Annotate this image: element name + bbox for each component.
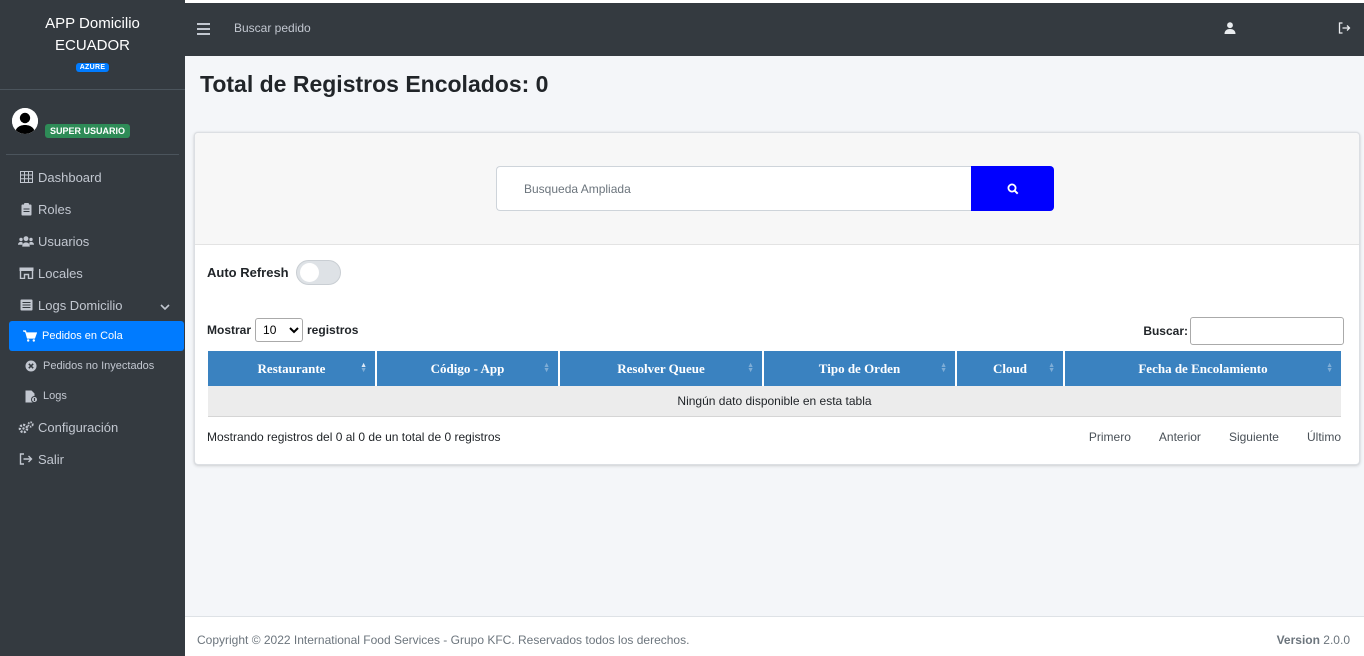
sidebar-subitem-label: Pedidos en Cola bbox=[42, 330, 123, 342]
sidebar-item-label: Dashboard bbox=[38, 169, 102, 185]
pagination: Primero Anterior Siguiente Último bbox=[1075, 430, 1355, 444]
footer: Copyright © 2022 International Food Serv… bbox=[185, 616, 1364, 656]
table-header-row: Restaurante ▲ ▼ Código - App ▲ ▼ Resolver Qu… bbox=[208, 351, 1341, 386]
extended-search-input[interactable] bbox=[496, 166, 971, 211]
cogs-icon bbox=[18, 420, 34, 434]
sidebar-item-label: Locales bbox=[38, 265, 83, 281]
pagination-previous[interactable]: Anterior bbox=[1145, 430, 1215, 444]
sidebar-item-locales[interactable]: Locales bbox=[0, 257, 185, 289]
sort-icon: ▲ ▼ bbox=[1326, 361, 1333, 374]
sidebar: APP Domicilio ECUADOR AZURE SUPER USUARI… bbox=[0, 0, 185, 656]
avatar[interactable] bbox=[12, 108, 38, 134]
sort-icon: ▲ ▼ bbox=[1048, 361, 1055, 374]
column-header-restaurante[interactable]: Restaurante ▲ ▼ bbox=[208, 351, 377, 386]
sidebar-item-label: Roles bbox=[38, 201, 72, 217]
sidebar-subitem-label: Pedidos no Inyectados bbox=[43, 360, 155, 372]
sidebar-nav: Dashboard Roles Usuarios Locales Logs Do… bbox=[0, 161, 185, 475]
sidebar-item-label: Configuración bbox=[38, 419, 119, 435]
user-avatar-icon bbox=[12, 108, 38, 134]
search-icon bbox=[1007, 183, 1018, 194]
version-info: Version 2.0.0 bbox=[1277, 633, 1350, 647]
sidebar-item-usuarios[interactable]: Usuarios bbox=[0, 225, 185, 257]
store-icon bbox=[18, 266, 34, 280]
sidebar-subitem-label: Logs bbox=[43, 390, 67, 402]
copyright-text: Copyright © 2022 International Food Serv… bbox=[197, 633, 690, 647]
page-length-control: Mostrar 10 25 50 100 registros bbox=[207, 318, 358, 342]
empty-table-message: Ningún dato disponible en esta tabla bbox=[208, 386, 1341, 417]
logout-icon[interactable] bbox=[1338, 22, 1351, 37]
file-icon bbox=[24, 389, 38, 403]
sidebar-subitem-pedidos-no-inyectados[interactable]: Pedidos no Inyectados bbox=[0, 351, 185, 381]
extended-search-group bbox=[496, 166, 1054, 211]
environment-badge: AZURE bbox=[75, 63, 110, 72]
sort-icon: ▲ ▼ bbox=[747, 361, 754, 374]
sidebar-item-roles[interactable]: Roles bbox=[0, 193, 185, 225]
auto-refresh-label: Auto Refresh bbox=[207, 265, 289, 280]
brand-title-line1: APP Domicilio bbox=[45, 15, 140, 32]
brand-title-line2: ECUADOR bbox=[54, 37, 130, 54]
pagination-first[interactable]: Primero bbox=[1075, 430, 1145, 444]
sidebar-item-configuracion[interactable]: Configuración bbox=[0, 411, 185, 443]
table-row: Ningún dato disponible en esta tabla bbox=[208, 386, 1341, 417]
table-icon bbox=[18, 170, 34, 184]
column-header-resolver-queue[interactable]: Resolver Queue ▲ ▼ bbox=[559, 351, 764, 386]
sidebar-subitem-pedidos-en-cola[interactable]: Pedidos en Cola bbox=[9, 321, 184, 351]
column-header-fecha-de-encolamiento[interactable]: Fecha de Encolamiento ▲ ▼ bbox=[1064, 351, 1341, 386]
sort-asc-icon: ▲ ▼ bbox=[360, 361, 367, 374]
auto-refresh: Auto Refresh bbox=[207, 260, 341, 285]
top-navbar: Buscar pedido bbox=[185, 0, 1364, 56]
sidebar-item-dashboard[interactable]: Dashboard bbox=[0, 161, 185, 193]
column-header-cloud[interactable]: Cloud ▲ ▼ bbox=[956, 351, 1065, 386]
length-suffix: registros bbox=[307, 323, 359, 337]
user-role-badge: SUPER USUARIO bbox=[45, 124, 131, 138]
sidebar-item-label: Salir bbox=[38, 451, 65, 467]
sort-icon: ▲ ▼ bbox=[543, 361, 550, 374]
sort-icon: ▲ ▼ bbox=[940, 361, 947, 374]
column-header-tipo-de-orden[interactable]: Tipo de Orden ▲ ▼ bbox=[763, 351, 957, 386]
search-button[interactable] bbox=[971, 166, 1054, 211]
sidebar-item-label: Usuarios bbox=[38, 233, 90, 249]
table-filter: Buscar: bbox=[1143, 317, 1344, 345]
chevron-down-icon bbox=[160, 299, 170, 314]
column-header-codigo-app[interactable]: Código - App ▲ ▼ bbox=[376, 351, 560, 386]
page-title: Total de Registros Encolados: 0 bbox=[200, 71, 549, 97]
table-info: Mostrando registros del 0 al 0 de un tot… bbox=[207, 430, 501, 444]
sidebar-item-label: Logs Domicilio bbox=[38, 297, 123, 313]
page-length-select[interactable]: 10 25 50 100 bbox=[255, 318, 304, 342]
sidebar-subitem-logs[interactable]: Logs bbox=[0, 381, 185, 411]
filter-label: Buscar: bbox=[1143, 324, 1188, 338]
table-search-input[interactable] bbox=[1190, 317, 1344, 345]
pagination-last[interactable]: Último bbox=[1293, 430, 1355, 444]
main-content: Total de Registros Encolados: 0 Auto Ref… bbox=[185, 56, 1364, 616]
search-panel bbox=[195, 133, 1359, 245]
cart-icon bbox=[23, 329, 37, 343]
pagination-next[interactable]: Siguiente bbox=[1215, 430, 1293, 444]
version-label: Version bbox=[1276, 633, 1320, 647]
list-icon bbox=[18, 298, 34, 312]
menu-toggle-icon[interactable] bbox=[197, 23, 210, 35]
version-value: 2.0.0 bbox=[1323, 633, 1350, 647]
sidebar-item-salir[interactable]: Salir bbox=[0, 443, 185, 475]
sidebar-item-logs-domicilio[interactable]: Logs Domicilio bbox=[0, 289, 185, 321]
user-icon[interactable] bbox=[1224, 22, 1236, 37]
user-panel: SUPER USUARIO bbox=[6, 90, 179, 155]
buscar-pedido-link[interactable]: Buscar pedido bbox=[234, 21, 311, 35]
users-icon bbox=[18, 234, 34, 248]
times-circle-icon bbox=[24, 359, 38, 373]
brand: APP Domicilio ECUADOR AZURE bbox=[0, 0, 185, 90]
sign-out-icon bbox=[18, 452, 34, 466]
orders-card: Auto Refresh Mostrar 10 25 50 100 regist… bbox=[194, 132, 1360, 465]
clipboard-icon bbox=[18, 202, 34, 216]
orders-table: Restaurante ▲ ▼ Código - App ▲ ▼ Resolver Qu… bbox=[208, 351, 1341, 417]
auto-refresh-toggle[interactable] bbox=[295, 260, 341, 285]
length-prefix: Mostrar bbox=[207, 323, 252, 337]
